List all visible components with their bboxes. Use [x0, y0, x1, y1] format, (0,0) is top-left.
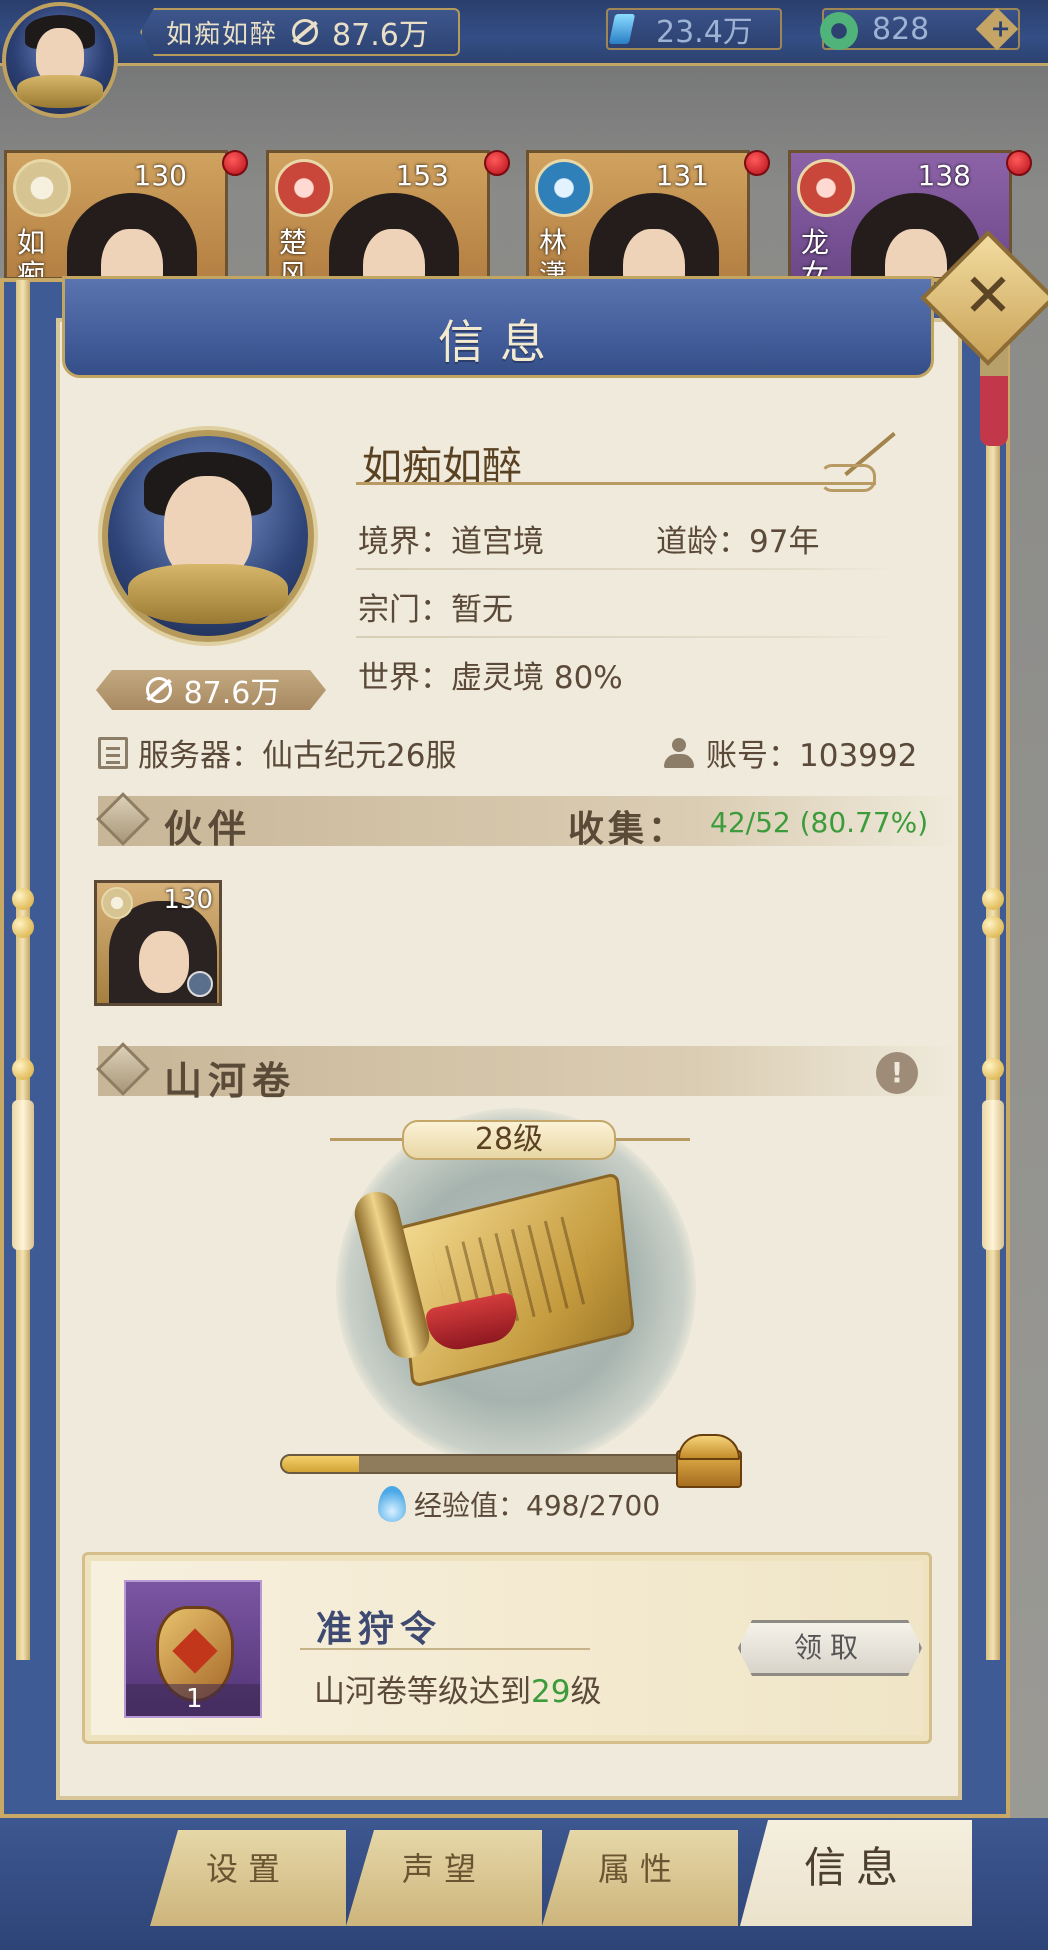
notification-dot	[222, 150, 248, 176]
exp-row: 经验值：498/2700	[378, 1484, 660, 1524]
pearl-decoration	[12, 916, 34, 938]
server-label: 服务器：仙古纪元26服	[138, 738, 457, 774]
sun-element-icon	[101, 887, 133, 919]
exp-label: 经验值：498/2700	[414, 1489, 661, 1522]
account-person-icon	[662, 736, 696, 770]
banner-line	[330, 1138, 410, 1141]
player-name: 如痴如醉	[166, 19, 279, 50]
reward-divider	[300, 1648, 590, 1650]
water-element-icon	[535, 159, 593, 217]
sect-label: 宗门：暂无	[358, 592, 513, 628]
edit-name-brush-icon[interactable]	[820, 424, 900, 492]
hero-name: 如痴	[17, 226, 46, 280]
pearl-decoration	[12, 888, 34, 910]
notification-dot	[744, 150, 770, 176]
crystal-amount: 23.4万	[656, 15, 753, 50]
avatar-armor	[16, 75, 104, 108]
hero-level: 153	[395, 159, 449, 192]
server-row: 服务器：仙古纪元26服	[98, 730, 456, 775]
hero-portrait	[67, 193, 197, 277]
notification-dot	[1006, 150, 1032, 176]
tab-info[interactable]: 信息	[740, 1820, 972, 1926]
hero-card[interactable]: 153 楚风	[266, 150, 490, 280]
combat-power-icon	[288, 15, 322, 49]
pearl-decoration	[982, 1058, 1004, 1080]
blue-flame-icon	[378, 1486, 406, 1522]
avatar-armor	[128, 564, 288, 624]
hero-name: 林潇	[539, 226, 568, 280]
jade-currency[interactable]: 828	[820, 7, 1020, 51]
hero-portrait	[329, 193, 459, 277]
hero-portrait	[589, 193, 719, 277]
close-icon[interactable]: ✕	[940, 248, 1036, 344]
tassel-decoration	[982, 1100, 1004, 1250]
companion-level: 130	[163, 885, 213, 915]
combat-power-icon	[142, 673, 176, 707]
notification-dot	[484, 150, 510, 176]
hero-name: 龙女	[801, 226, 830, 280]
tab-settings[interactable]: 设置	[150, 1830, 346, 1926]
hero-name: 楚风	[279, 226, 308, 280]
treasure-chest-icon[interactable]	[676, 1434, 742, 1488]
hero-level: 131	[655, 159, 709, 192]
fire-element-icon	[797, 159, 855, 217]
jade-amount: 828	[872, 11, 930, 47]
divider	[356, 568, 896, 570]
profile-power-value: 87.6万	[183, 676, 281, 711]
name-underline	[356, 482, 876, 485]
reward-description: 山河卷等级达到29级	[314, 1666, 601, 1711]
left-rail-decoration	[16, 280, 30, 1660]
hero-level: 130	[133, 159, 187, 192]
claim-button[interactable]: 领取	[738, 1620, 922, 1676]
companion-card[interactable]: 130	[94, 880, 222, 1006]
profile-avatar[interactable]	[102, 430, 314, 642]
shanhe-section-title: 山河卷	[164, 1058, 297, 1103]
jade-icon	[820, 12, 858, 50]
tab-reputation[interactable]: 声望	[346, 1830, 542, 1926]
tassel-decoration	[12, 1100, 34, 1250]
player-name-pill[interactable]: 如痴如醉 87.6万	[140, 8, 460, 56]
shanhe-level-banner: 28级	[402, 1120, 616, 1160]
collect-label: 收集：	[568, 808, 689, 850]
hero-card[interactable]: 131 林潇	[526, 150, 750, 280]
player-avatar[interactable]	[2, 2, 118, 118]
exp-progress-bar	[280, 1454, 700, 1474]
reward-item[interactable]: 1	[124, 1580, 262, 1718]
sun-element-icon	[13, 159, 71, 217]
reward-desc-level: 29	[531, 1674, 571, 1710]
crystal-icon	[602, 8, 642, 50]
pearl-decoration	[982, 888, 1004, 910]
reward-desc-suffix: 级	[570, 1674, 602, 1710]
divider	[356, 636, 896, 638]
combat-power-value: 87.6万	[332, 18, 429, 53]
info-alert-icon[interactable]: !	[876, 1052, 918, 1094]
pearl-decoration	[12, 1058, 34, 1080]
reward-count: 1	[186, 1684, 203, 1714]
crystal-currency[interactable]: 23.4万	[606, 8, 782, 50]
panel-title: 信息	[438, 315, 562, 369]
hero-level: 138	[917, 159, 971, 192]
hero-card[interactable]: 130 如痴	[4, 150, 228, 280]
exp-progress-fill	[282, 1456, 359, 1472]
profile-power-tag: 87.6万	[96, 670, 326, 710]
collect-value: 42/52 (80.77%)	[710, 806, 929, 839]
realm-label: 境界：道宫境	[358, 524, 544, 560]
account-label: 账号：103992	[706, 738, 918, 774]
world-label: 世界：虚灵境 80%	[358, 660, 623, 696]
tab-attributes[interactable]: 属性	[542, 1830, 738, 1926]
fire-element-icon	[275, 159, 333, 217]
add-jade-button[interactable]	[975, 7, 1019, 51]
companion-section-title: 伙伴	[164, 806, 253, 851]
dao-age-label: 道龄：97年	[656, 524, 820, 560]
account-row: 账号：103992	[662, 730, 917, 775]
reward-desc-prefix: 山河卷等级达到	[314, 1674, 531, 1710]
server-doc-icon	[98, 736, 128, 769]
right-rail-decoration	[986, 280, 1000, 1660]
reward-name: 准狩令	[316, 1608, 443, 1650]
companion-badge-icon	[187, 971, 213, 997]
pearl-decoration	[982, 916, 1004, 938]
banner-line	[610, 1138, 690, 1141]
